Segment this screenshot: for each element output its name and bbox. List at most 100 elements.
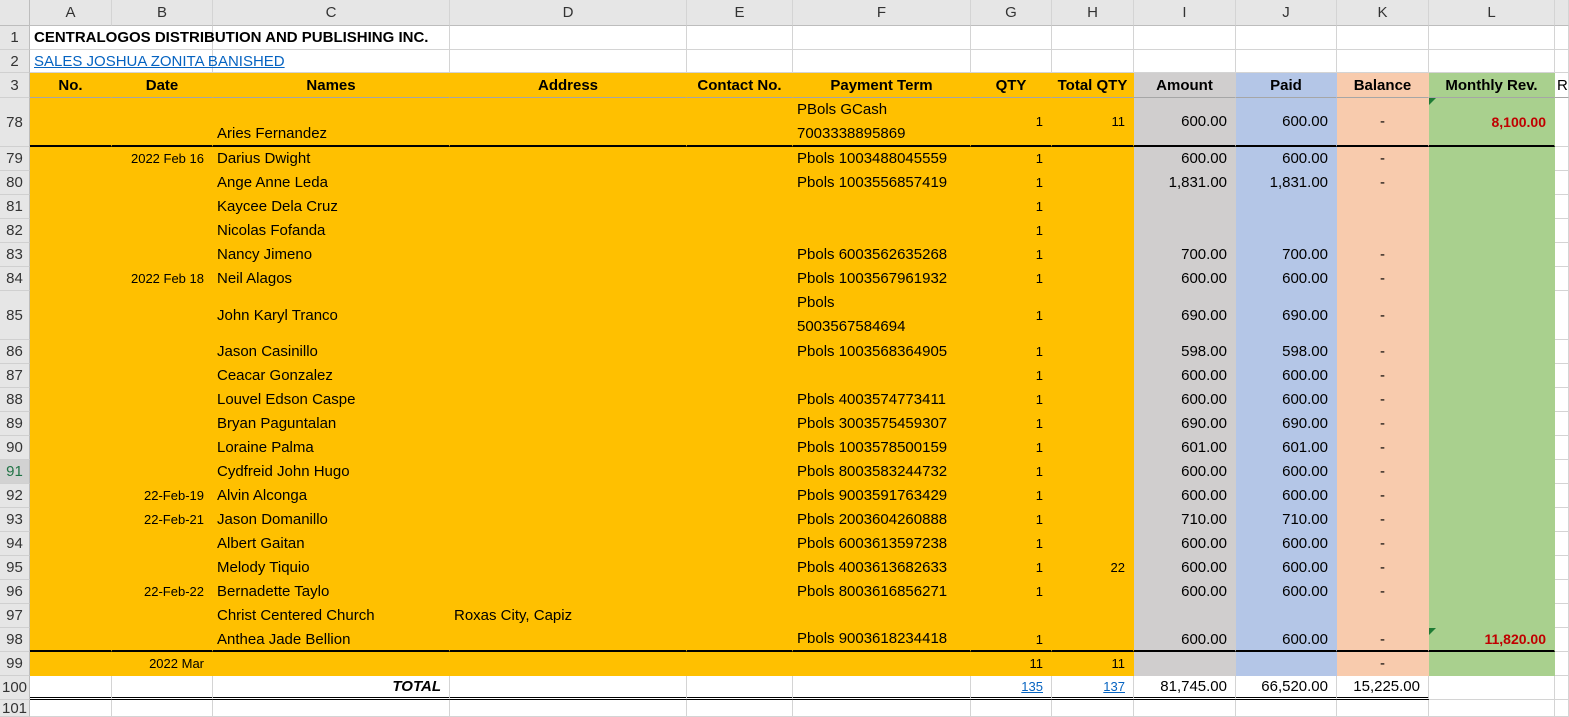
cell[interactable] [450,50,687,73]
cell-b[interactable]: 22-Feb-22 [112,580,213,604]
cell[interactable] [1555,171,1569,195]
cell-l[interactable] [1429,219,1555,243]
cell-l[interactable] [1429,436,1555,460]
row-header[interactable]: 84 [0,267,30,291]
cell[interactable] [687,243,793,267]
cell-i[interactable]: 600.00 [1134,267,1236,291]
cell-j[interactable]: 600.00 [1236,388,1337,412]
cell-i[interactable]: 600.00 [1134,580,1236,604]
cell-h[interactable] [1052,508,1134,532]
cell[interactable] [1555,460,1569,484]
cell-l[interactable]: 8,100.00 [1429,98,1555,147]
cell[interactable] [1052,26,1134,50]
cell[interactable] [1555,291,1569,340]
cell-d[interactable] [450,98,687,147]
cell-g[interactable]: 1 [971,291,1052,340]
cell-d[interactable] [450,147,687,171]
cell-j[interactable]: 600.00 [1236,364,1337,388]
cell-h[interactable] [1052,364,1134,388]
cell[interactable] [687,26,793,50]
cell-c[interactable]: Anthea Jade Bellion [213,628,450,652]
cell-f[interactable] [793,219,971,243]
cell-b[interactable] [112,556,213,580]
cell-f[interactable] [793,364,971,388]
cell-k[interactable]: - [1337,460,1429,484]
cell[interactable] [112,676,213,700]
cell-f[interactable] [793,195,971,219]
row-header[interactable]: 96 [0,580,30,604]
cell[interactable] [30,436,112,460]
cell-h[interactable] [1052,147,1134,171]
cell-b[interactable] [112,436,213,460]
cell-j[interactable]: 601.00 [1236,436,1337,460]
cell-c[interactable]: Albert Gaitan [213,532,450,556]
cell[interactable] [1555,388,1569,412]
total-i[interactable]: 81,745.00 [1134,676,1236,700]
cell-g[interactable]: 1 [971,219,1052,243]
cell-j[interactable]: 598.00 [1236,340,1337,364]
cell[interactable] [687,580,793,604]
cell[interactable] [213,700,450,717]
cell-j[interactable] [1236,652,1337,676]
cell[interactable] [30,484,112,508]
cell-l[interactable] [1429,195,1555,219]
cell-h[interactable] [1052,243,1134,267]
cell[interactable] [30,388,112,412]
cell-d[interactable] [450,267,687,291]
cell[interactable] [1555,98,1569,147]
cell-d[interactable] [450,340,687,364]
column-header-a[interactable]: A [30,0,112,26]
cell-l[interactable] [1429,171,1555,195]
header-a[interactable]: No. [30,73,112,98]
cell-g[interactable]: 1 [971,508,1052,532]
column-header-g[interactable]: G [971,0,1052,26]
cell[interactable] [30,195,112,219]
cell-d[interactable] [450,388,687,412]
cell-h[interactable] [1052,195,1134,219]
cell-k[interactable]: - [1337,147,1429,171]
cell-c[interactable]: Jason Domanillo [213,508,450,532]
cell-h[interactable] [1052,171,1134,195]
cell-g[interactable]: 1 [971,340,1052,364]
cell[interactable] [1134,700,1236,717]
cell[interactable] [687,700,793,717]
cell[interactable] [687,147,793,171]
column-header-b[interactable]: B [112,0,213,26]
cell[interactable] [687,388,793,412]
cell-d[interactable] [450,412,687,436]
cell[interactable] [1052,700,1134,717]
cell[interactable] [687,460,793,484]
header-c[interactable]: Names [213,73,450,98]
cell-j[interactable]: 600.00 [1236,98,1337,147]
header-m[interactable]: R [1555,73,1569,98]
cell[interactable] [30,171,112,195]
cell[interactable] [1555,628,1569,652]
cell-i[interactable]: 600.00 [1134,484,1236,508]
cell[interactable] [1555,700,1569,717]
cell-i[interactable]: 600.00 [1134,388,1236,412]
cell-b[interactable]: 2022 Mar [112,652,213,676]
cell-g[interactable]: 1 [971,364,1052,388]
cell[interactable] [687,436,793,460]
row-header[interactable]: 92 [0,484,30,508]
cell-g[interactable]: 1 [971,580,1052,604]
cell[interactable] [30,460,112,484]
cell-c[interactable]: John Karyl Tranco [213,291,450,340]
row-header[interactable]: 93 [0,508,30,532]
cell[interactable] [1429,50,1555,73]
cell[interactable] [1236,700,1337,717]
cell[interactable] [687,98,793,147]
cell-b[interactable] [112,460,213,484]
cell-c[interactable]: Darius Dwight [213,147,450,171]
cell[interactable] [1429,676,1555,700]
cell-c[interactable]: Kaycee Dela Cruz [213,195,450,219]
cell-i[interactable]: 598.00 [1134,340,1236,364]
cell[interactable] [30,628,112,652]
cell-k[interactable]: - [1337,243,1429,267]
cell-c[interactable]: Cydfreid John Hugo [213,460,450,484]
cell[interactable] [687,676,793,700]
row-header[interactable]: 2 [0,50,30,73]
cell[interactable] [1555,436,1569,460]
cell-i[interactable]: 600.00 [1134,556,1236,580]
cell[interactable] [687,604,793,628]
